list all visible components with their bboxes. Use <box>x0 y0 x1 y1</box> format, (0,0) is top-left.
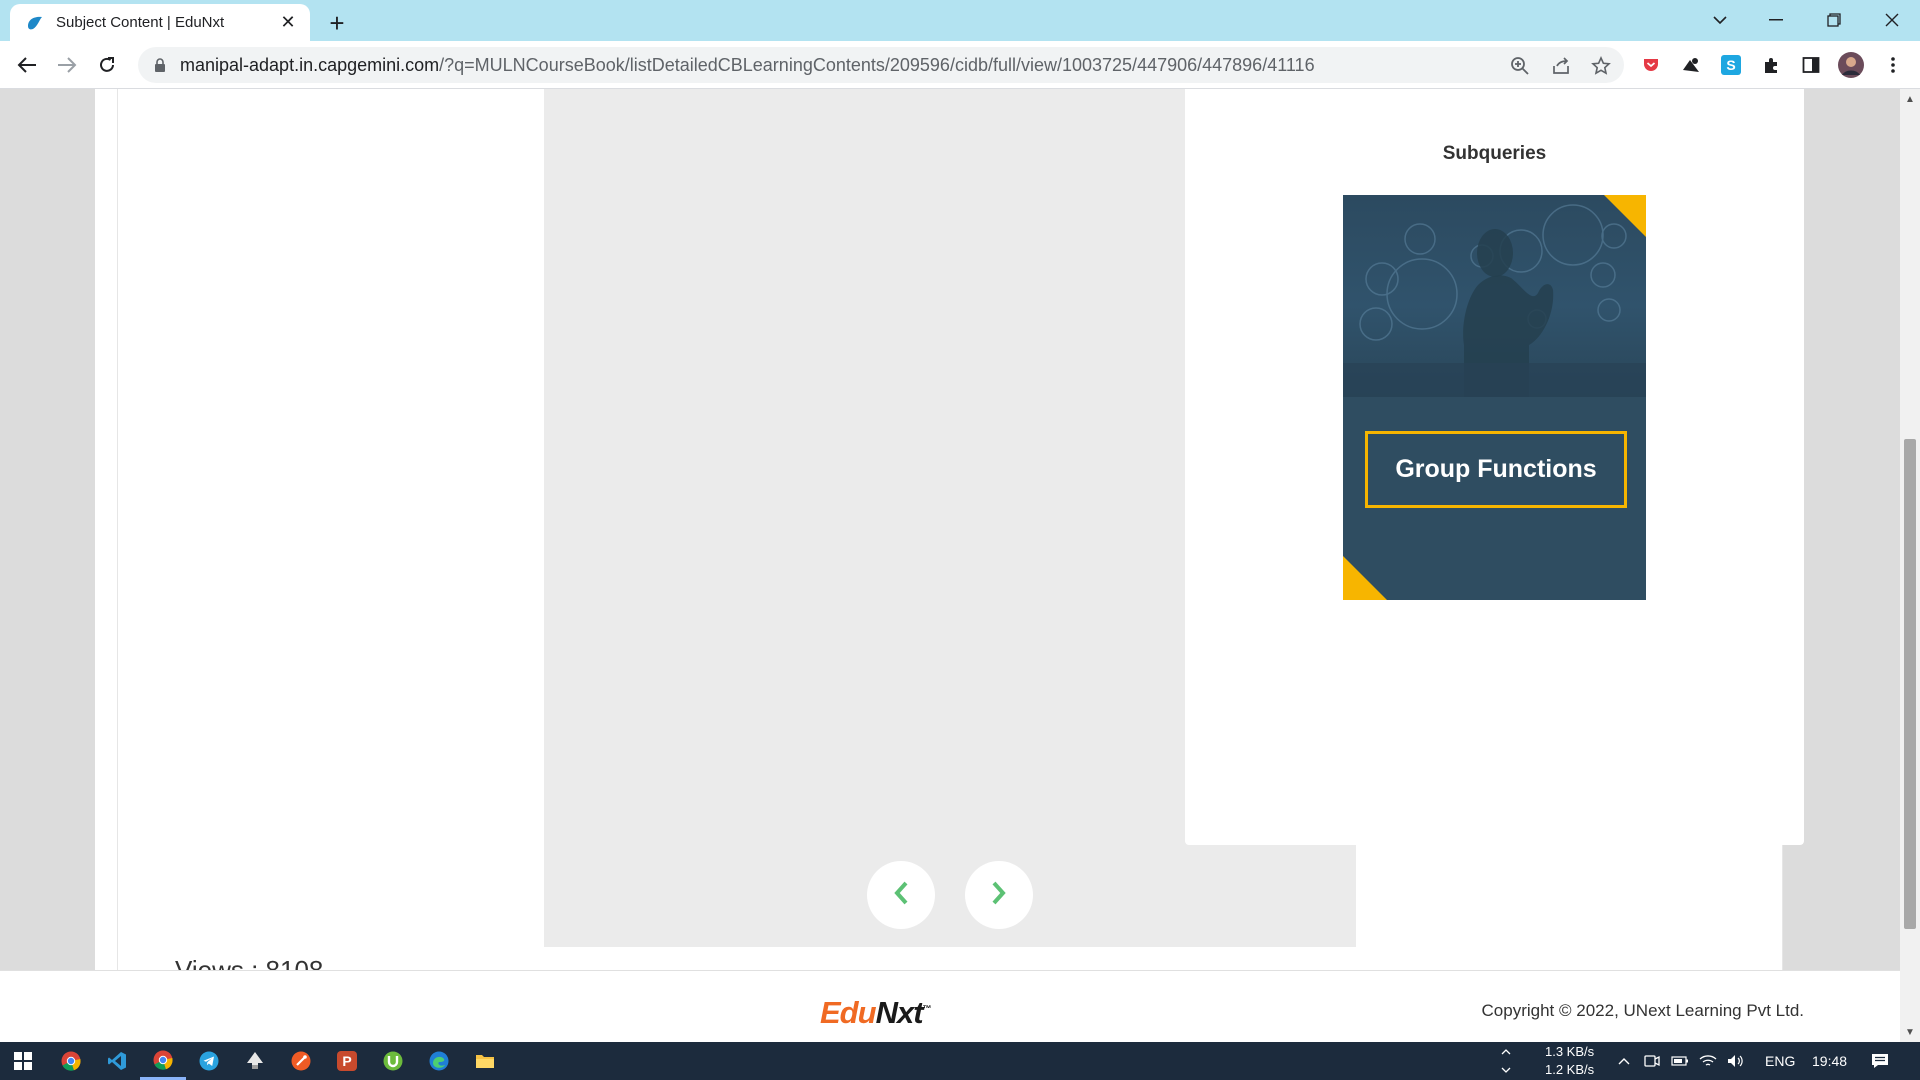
battery-icon[interactable] <box>1666 1042 1694 1080</box>
page-footer: EduNxt™ Copyright © 2022, UNext Learning… <box>0 970 1900 1042</box>
wifi-icon[interactable] <box>1694 1042 1722 1080</box>
meet-now-icon[interactable] <box>1638 1042 1666 1080</box>
profile-avatar[interactable] <box>1838 51 1864 79</box>
cover-label: Group Functions <box>1395 455 1597 483</box>
svg-text:S: S <box>1726 57 1735 73</box>
previous-slide-button[interactable] <box>867 861 935 929</box>
network-up-speed: 1.3 KB/s <box>1545 1044 1595 1059</box>
logo-nxt: Nxt <box>875 995 924 1030</box>
logo-edu: Edu <box>820 995 877 1030</box>
scroll-thumb[interactable] <box>1904 439 1916 929</box>
url-text: manipal-adapt.in.capgemini.com/?q=MULNCo… <box>180 55 1315 76</box>
sidebar-icon[interactable] <box>1798 51 1824 79</box>
scroll-down-icon[interactable]: ▼ <box>1904 1026 1916 1038</box>
clock[interactable]: 19:48 <box>1812 1053 1847 1069</box>
tab-title: Subject Content | EduNxt <box>56 14 225 31</box>
windows-start-icon[interactable] <box>0 1042 46 1080</box>
slide-card: Subqueries Group Functions <box>1185 89 1804 845</box>
url-path: /?q=MULNCourseBook/listDetailedCBLearnin… <box>439 54 1315 75</box>
restore-button[interactable] <box>1806 0 1862 40</box>
volume-icon[interactable] <box>1722 1042 1750 1080</box>
inkscape-icon[interactable] <box>232 1042 278 1080</box>
url-domain: manipal-adapt.in.capgemini.com <box>180 54 440 75</box>
star-icon[interactable] <box>1588 53 1614 79</box>
page-scrollbar[interactable]: ▲ ▼ <box>1900 89 1920 1042</box>
dark-extension-icon[interactable] <box>1678 51 1704 79</box>
cover-corner-top <box>1604 195 1646 237</box>
cover-corner-bottom <box>1343 556 1387 600</box>
next-slide-button[interactable] <box>965 861 1033 929</box>
chrome-active-icon[interactable] <box>140 1042 186 1080</box>
back-arrow-icon[interactable] <box>11 49 43 81</box>
notification-center-icon[interactable] <box>1860 1042 1900 1080</box>
edunxt-logo[interactable]: EduNxt™ <box>820 995 932 1031</box>
vscode-icon[interactable] <box>94 1042 140 1080</box>
utorrent-icon[interactable] <box>370 1042 416 1080</box>
chevron-right-icon <box>991 881 1007 910</box>
copyright-text: Copyright © 2022, UNext Learning Pvt Ltd… <box>1481 1001 1804 1020</box>
share-icon[interactable] <box>1548 53 1574 79</box>
reload-icon[interactable] <box>91 49 123 81</box>
new-tab-button[interactable]: + <box>322 8 352 38</box>
more-menu-icon[interactable] <box>1880 51 1906 79</box>
browser-toolbar: manipal-adapt.in.capgemini.com/?q=MULNCo… <box>0 41 1920 89</box>
close-window-button[interactable] <box>1864 0 1920 40</box>
address-bar[interactable]: manipal-adapt.in.capgemini.com/?q=MULNCo… <box>138 47 1624 83</box>
scroll-up-icon[interactable]: ▲ <box>1904 93 1916 105</box>
show-hidden-icons[interactable] <box>1610 1042 1638 1080</box>
page-content: Subqueries Group Functions Views: 8108 <box>0 89 1900 970</box>
chrome-icon[interactable] <box>48 1042 94 1080</box>
s-extension-icon[interactable]: S <box>1718 51 1744 79</box>
chevron-left-icon <box>893 881 909 910</box>
cover-label-box: Group Functions <box>1365 431 1627 508</box>
cover-image: Group Functions <box>1343 195 1646 600</box>
telegram-icon[interactable] <box>186 1042 232 1080</box>
network-down-speed: 1.2 KB/s <box>1545 1062 1595 1077</box>
cover-photo <box>1343 195 1646 397</box>
lock-icon[interactable] <box>150 55 170 75</box>
language-indicator[interactable]: ENG <box>1765 1053 1795 1069</box>
slide-title: Subqueries <box>1442 143 1547 164</box>
extensions-icon[interactable] <box>1758 51 1784 79</box>
edunxt-favicon-icon <box>24 12 46 34</box>
minimize-button[interactable] <box>1748 0 1804 40</box>
logo-tm: ™ <box>922 1003 932 1014</box>
powerpoint-p-icon[interactable]: P <box>324 1042 370 1080</box>
tab-close-icon[interactable]: ✕ <box>276 11 300 35</box>
viewer-frame: Subqueries Group Functions <box>544 89 1804 947</box>
file-explorer-icon[interactable] <box>462 1042 508 1080</box>
pocket-extension-icon[interactable] <box>1638 51 1664 79</box>
tab-search-icon[interactable] <box>1692 0 1748 40</box>
views-count: Views : 8108 <box>175 955 324 970</box>
tab-strip: Subject Content | EduNxt ✕ + <box>0 0 1920 41</box>
svg-text:P: P <box>342 1053 351 1069</box>
postman-icon[interactable] <box>278 1042 324 1080</box>
tray-chevrons-icon[interactable] <box>1490 1042 1522 1080</box>
windows-taskbar: P 1.3 KB/s 1.2 KB/s ENG 19:48 <box>0 1042 1920 1080</box>
forward-arrow-icon[interactable] <box>51 49 83 81</box>
browser-tab[interactable]: Subject Content | EduNxt ✕ <box>10 4 310 41</box>
zoom-icon[interactable] <box>1507 53 1533 79</box>
edge-icon[interactable] <box>416 1042 462 1080</box>
